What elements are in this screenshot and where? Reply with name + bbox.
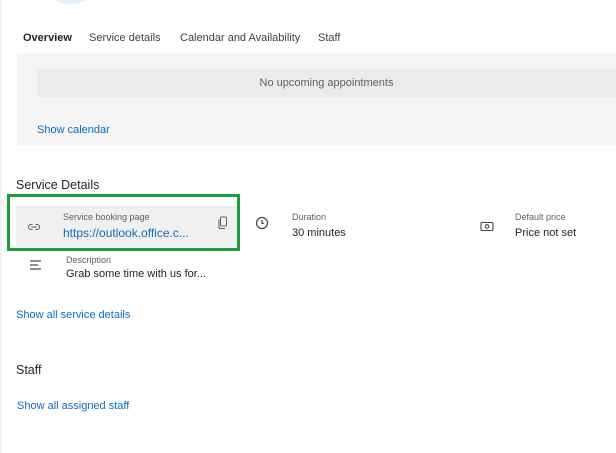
tab-overview[interactable]: Overview xyxy=(23,32,72,55)
default-price-label: Default price xyxy=(515,212,566,222)
tab-calendar-availability[interactable]: Calendar and Availability xyxy=(180,32,300,44)
tab-overview-label: Overview xyxy=(23,32,72,44)
service-details-heading: Service Details xyxy=(16,178,100,192)
tab-service-details[interactable]: Service details xyxy=(89,32,161,44)
default-price-value: Price not set xyxy=(515,227,577,239)
tab-staff-label: Staff xyxy=(318,32,341,44)
staff-heading: Staff xyxy=(16,363,42,377)
service-booking-page-card[interactable]: Service booking page https://outlook.off… xyxy=(16,206,238,248)
money-icon xyxy=(480,219,494,237)
duration-label: Duration xyxy=(292,212,327,222)
clock-icon xyxy=(255,216,269,235)
left-panel-edge xyxy=(0,0,2,453)
no-appointments-text: No upcoming appointments xyxy=(259,77,394,89)
service-avatar xyxy=(34,0,108,4)
booking-page-label: Service booking page xyxy=(63,212,150,222)
tab-calendar-availability-label: Calendar and Availability xyxy=(180,32,301,44)
show-all-staff-link[interactable]: Show all assigned staff xyxy=(17,400,129,412)
description-label: Description xyxy=(66,255,112,265)
copy-icon[interactable] xyxy=(217,216,229,235)
description-value: Grab some time with us for... xyxy=(66,268,206,280)
no-appointments-banner: No upcoming appointments xyxy=(37,69,616,97)
tab-staff[interactable]: Staff xyxy=(318,32,340,44)
duration-value: 30 minutes xyxy=(292,227,346,239)
show-calendar-link[interactable]: Show calendar xyxy=(37,124,110,136)
booking-page-url[interactable]: https://outlook.office.c... xyxy=(63,226,198,240)
link-icon xyxy=(27,220,41,238)
show-all-service-details-link[interactable]: Show all service details xyxy=(16,309,130,321)
tab-service-details-label: Service details xyxy=(89,32,161,44)
text-align-icon xyxy=(29,258,43,276)
